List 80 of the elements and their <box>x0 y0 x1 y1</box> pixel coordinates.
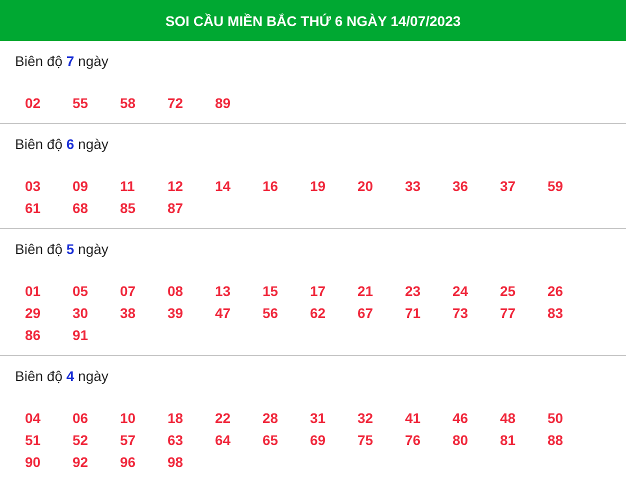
lottery-number: 71 <box>405 304 422 323</box>
lottery-number: 16 <box>262 177 280 196</box>
lottery-number: 68 <box>72 199 90 218</box>
lottery-number: 96 <box>120 453 137 472</box>
lottery-number: 08 <box>168 282 184 301</box>
lottery-number: 24 <box>452 282 470 301</box>
lottery-number: 15 <box>262 282 280 301</box>
lottery-number: 61 <box>25 199 42 218</box>
lottery-number: 62 <box>310 304 327 323</box>
lottery-number: 76 <box>405 431 422 450</box>
lottery-number: 56 <box>262 304 280 323</box>
lottery-number: 83 <box>548 304 564 323</box>
lottery-number: 86 <box>25 326 42 345</box>
lottery-number: 75 <box>358 431 374 450</box>
lottery-number: 77 <box>500 304 517 323</box>
lottery-number: 20 <box>358 177 374 196</box>
section-heading: Biên độ 4 ngày <box>15 367 108 386</box>
lottery-number: 19 <box>310 177 327 196</box>
lottery-number: 05 <box>72 282 90 301</box>
lottery-number: 58 <box>120 94 137 113</box>
lottery-number: 55 <box>72 94 90 113</box>
lottery-number: 03 <box>25 177 42 196</box>
lottery-number: 41 <box>405 409 422 428</box>
lottery-number: 72 <box>168 94 184 113</box>
lottery-number: 12 <box>168 177 184 196</box>
lottery-number: 26 <box>548 282 564 301</box>
lottery-number: 29 <box>25 304 42 323</box>
lottery-number: 52 <box>72 431 90 450</box>
lottery-number: 98 <box>168 453 184 472</box>
section-heading: Biên độ 7 ngày <box>15 52 108 71</box>
lottery-number: 23 <box>405 282 422 301</box>
lottery-number: 07 <box>120 282 137 301</box>
lottery-number: 87 <box>168 199 184 218</box>
lottery-number: 59 <box>548 177 564 196</box>
lottery-number: 36 <box>452 177 470 196</box>
lottery-number: 63 <box>168 431 184 450</box>
lottery-number: 90 <box>25 453 42 472</box>
lottery-number: 69 <box>310 431 327 450</box>
lottery-number: 04 <box>25 409 42 428</box>
lottery-number: 22 <box>215 409 232 428</box>
lottery-number: 67 <box>358 304 374 323</box>
lottery-number: 80 <box>452 431 470 450</box>
lottery-number: 50 <box>548 409 564 428</box>
lottery-number: 25 <box>500 282 517 301</box>
lottery-number: 11 <box>120 177 136 196</box>
lottery-number: 92 <box>72 453 90 472</box>
lottery-number: 21 <box>358 282 374 301</box>
lottery-number: 14 <box>215 177 232 196</box>
lottery-number: 33 <box>405 177 422 196</box>
lottery-number: 38 <box>120 304 137 323</box>
lottery-number: 47 <box>215 304 232 323</box>
lottery-number: 89 <box>215 94 232 113</box>
lottery-number: 18 <box>168 409 184 428</box>
lottery-number: 13 <box>215 282 232 301</box>
page-title: SOI CẦU MIỀN BẮC THỨ 6 NGÀY 14/07/2023 <box>165 12 461 28</box>
lottery-number: 01 <box>25 282 42 301</box>
lottery-number: 28 <box>262 409 280 428</box>
lottery-number: 91 <box>72 326 90 345</box>
lottery-number: 09 <box>72 177 90 196</box>
lottery-number: 06 <box>72 409 90 428</box>
lottery-number: 10 <box>120 409 137 428</box>
lottery-number: 32 <box>358 409 374 428</box>
lottery-number: 31 <box>310 409 327 428</box>
lottery-number: 02 <box>25 94 42 113</box>
lottery-number: 64 <box>215 431 232 450</box>
lottery-number: 51 <box>25 431 42 450</box>
section-heading: Biên độ 5 ngày <box>15 240 108 259</box>
lottery-number: 46 <box>452 409 470 428</box>
lottery-number: 65 <box>262 431 280 450</box>
lottery-number: 37 <box>500 177 517 196</box>
lottery-number: 48 <box>500 409 517 428</box>
lottery-number: 73 <box>452 304 470 323</box>
lottery-number: 57 <box>120 431 137 450</box>
section-heading: Biên độ 6 ngày <box>15 135 108 154</box>
lottery-number: 81 <box>500 431 517 450</box>
lottery-number: 39 <box>168 304 184 323</box>
lottery-number: 30 <box>72 304 90 323</box>
lottery-number: 85 <box>120 199 137 218</box>
lottery-number: 88 <box>548 431 564 450</box>
lottery-number: 17 <box>310 282 327 301</box>
